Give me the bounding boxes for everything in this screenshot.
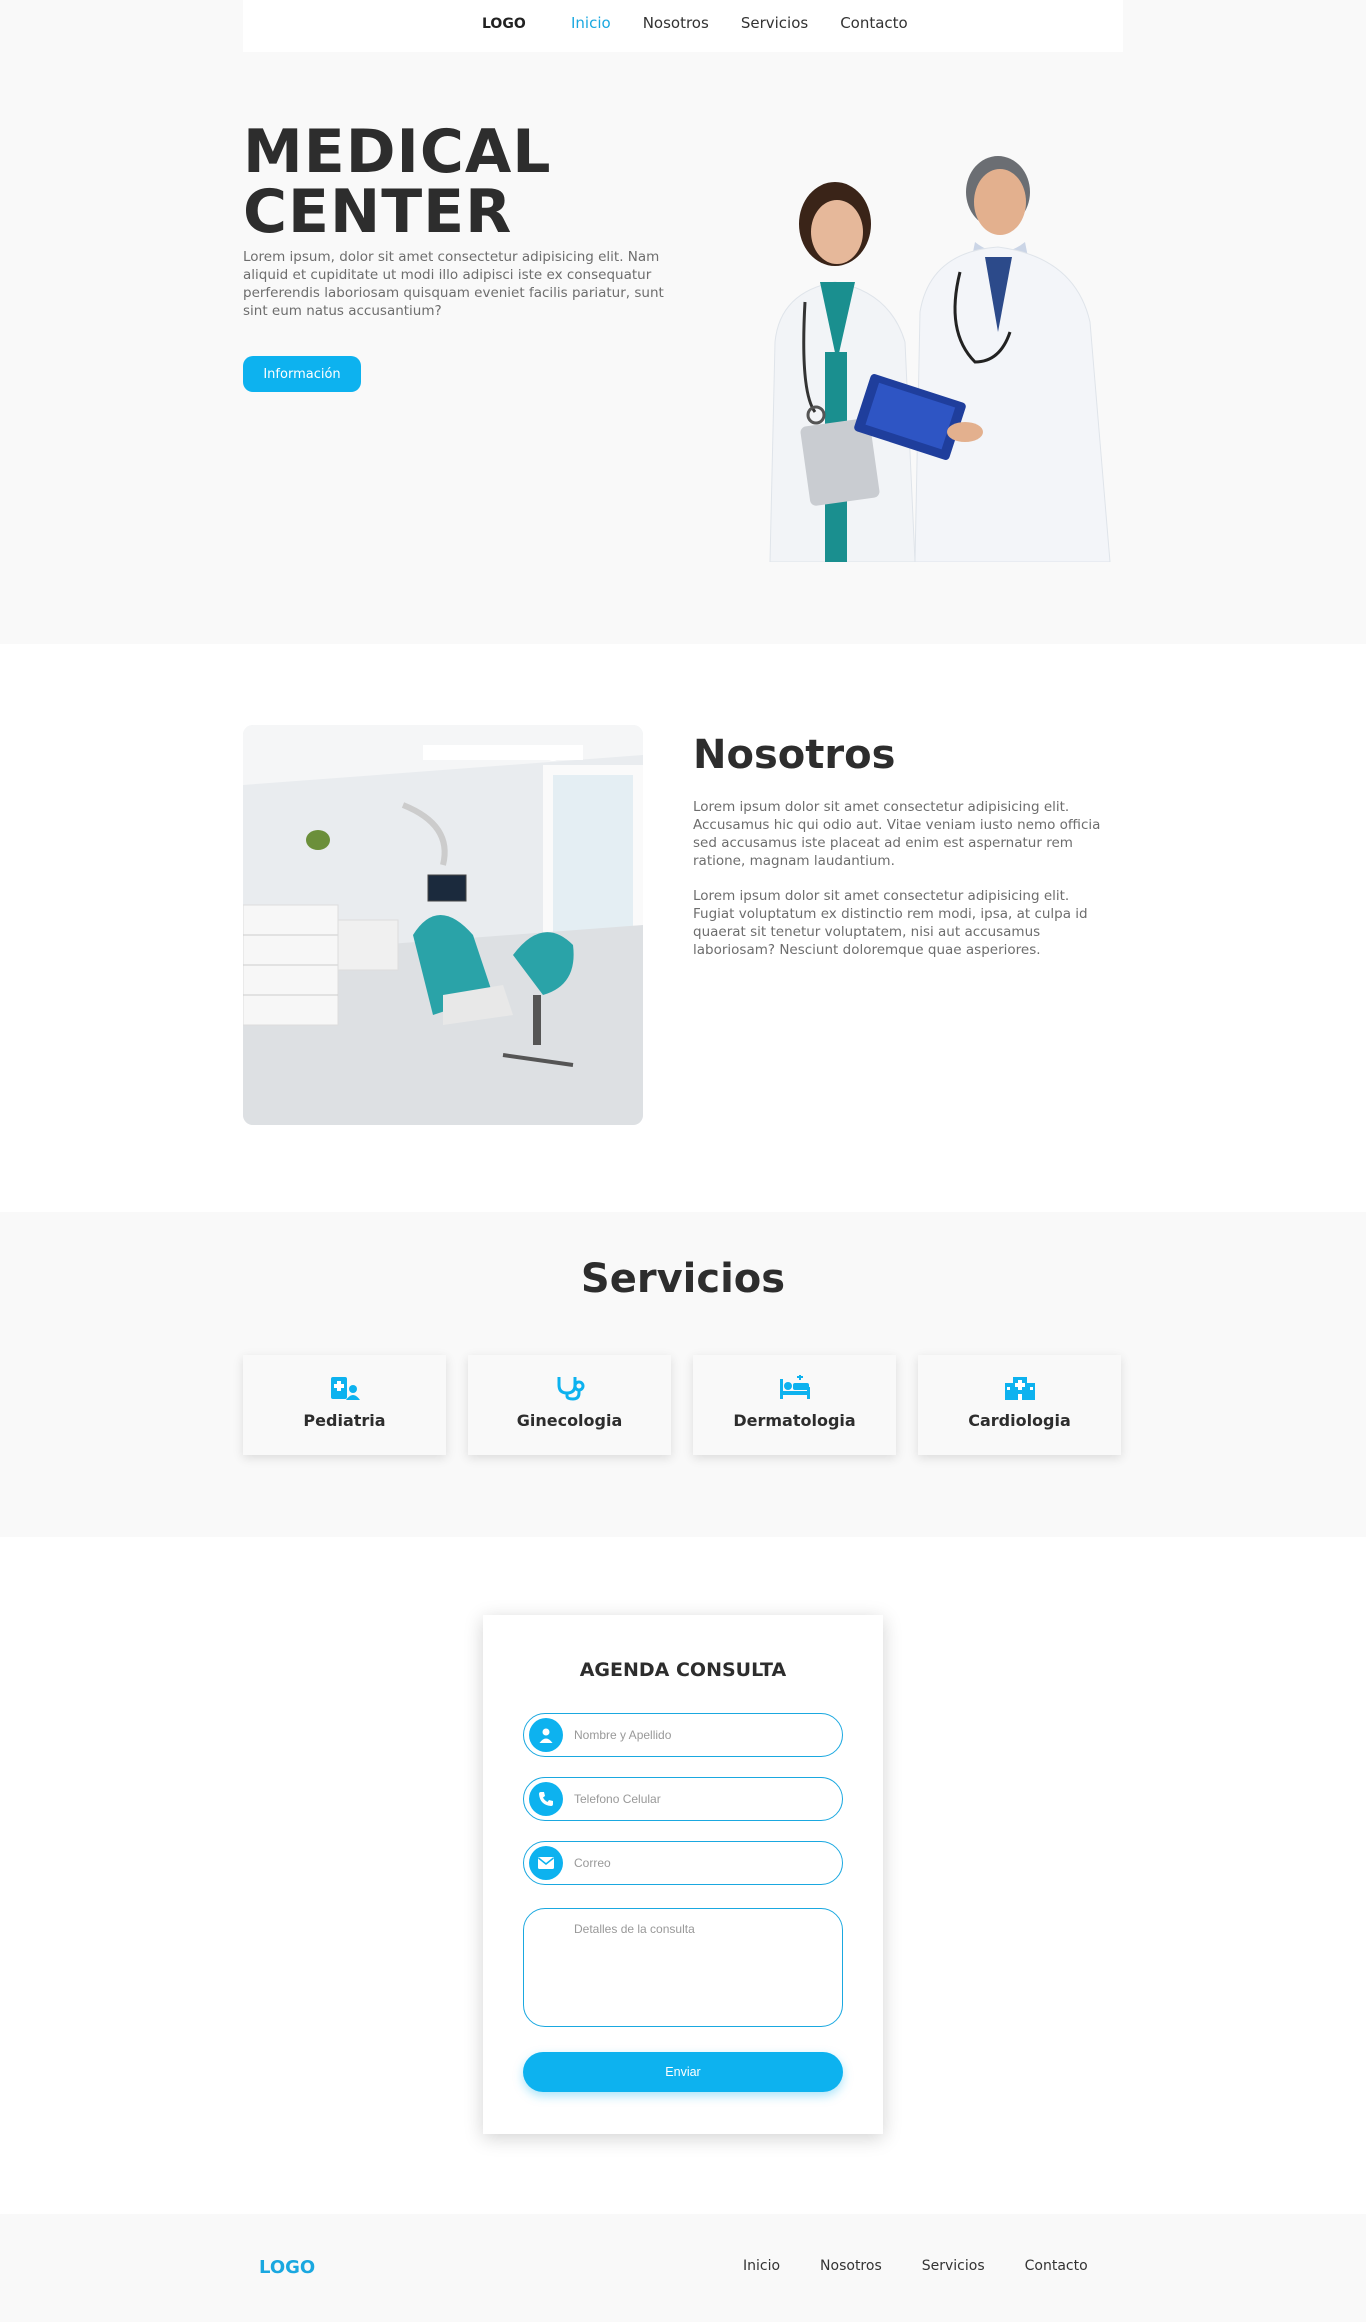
about-title: Nosotros — [693, 732, 896, 778]
info-button[interactable]: Información — [243, 356, 361, 392]
hero-title-line2: CENTER — [243, 177, 513, 247]
hospital-bed-icon — [779, 1374, 810, 1399]
service-label-dermatologia: Dermatologia — [733, 1411, 856, 1430]
service-card-cardiologia[interactable]: Cardiologia — [918, 1355, 1121, 1455]
service-label-cardiologia: Cardiologia — [968, 1411, 1071, 1430]
nav-link-servicios[interactable]: Servicios — [741, 14, 808, 32]
service-label-ginecologia: Ginecologia — [516, 1411, 623, 1430]
envelope-icon — [529, 1846, 563, 1880]
hospital-building-icon — [1004, 1377, 1035, 1400]
user-icon — [529, 1718, 563, 1752]
nav-link-contacto[interactable]: Contacto — [840, 14, 908, 32]
hero-text: Lorem ipsum, dolor sit amet consectetur … — [243, 249, 664, 319]
footer: LOGO Inicio Nosotros Servicios Contacto — [0, 2214, 1366, 2322]
about-paragraph-1: Lorem ipsum dolor sit amet consectetur a… — [693, 799, 1101, 869]
services-section: Servicios Pediatria Ginecologia Dermatol… — [0, 1212, 1366, 1537]
service-card-ginecologia[interactable]: Ginecologia — [468, 1355, 671, 1455]
email-input[interactable] — [574, 1853, 824, 1873]
footer-link-servicios[interactable]: Servicios — [922, 2258, 985, 2274]
phone-input[interactable] — [574, 1789, 824, 1809]
clinic-room-image — [243, 725, 643, 1125]
footer-link-contacto[interactable]: Contacto — [1025, 2258, 1088, 2274]
services-title: Servicios — [580, 1256, 786, 1302]
nav-logo[interactable]: LOGO — [482, 16, 526, 32]
name-field[interactable] — [523, 1713, 843, 1757]
service-card-dermatologia[interactable]: Dermatologia — [693, 1355, 896, 1455]
service-card-pediatria[interactable]: Pediatria — [243, 1355, 446, 1455]
hero-title-line1: MEDICAL — [243, 117, 552, 187]
details-field[interactable] — [523, 1908, 843, 2027]
hero-title: MEDICAL CENTER — [243, 122, 552, 242]
stethoscope-icon — [557, 1377, 584, 1401]
hero-section: MEDICAL CENTER Lorem ipsum, dolor sit am… — [0, 52, 1366, 644]
about-paragraph-2: Lorem ipsum dolor sit amet consectetur a… — [693, 888, 1088, 958]
nav-link-nosotros[interactable]: Nosotros — [643, 14, 709, 32]
service-label-pediatria: Pediatria — [303, 1411, 386, 1430]
nav-link-inicio[interactable]: Inicio — [571, 14, 611, 32]
phone-field[interactable] — [523, 1777, 843, 1821]
submit-button[interactable]: Enviar — [523, 2052, 843, 2092]
footer-link-nosotros[interactable]: Nosotros — [820, 2258, 882, 2274]
footer-links: Inicio Nosotros Servicios Contacto — [743, 2258, 1128, 2274]
appointment-form: AGENDA CONSULTA Enviar — [483, 1615, 883, 2134]
phone-icon — [529, 1782, 563, 1816]
form-title: AGENDA CONSULTA — [579, 1659, 787, 1681]
doctors-image — [769, 156, 1111, 562]
pediatrics-icon — [330, 1377, 360, 1400]
name-input[interactable] — [574, 1725, 824, 1745]
email-field[interactable] — [523, 1841, 843, 1885]
about-section: Nosotros Lorem ipsum dolor sit amet cons… — [0, 644, 1366, 1212]
footer-link-inicio[interactable]: Inicio — [743, 2258, 780, 2274]
details-textarea[interactable] — [574, 1922, 824, 2012]
nav-links: Inicio Nosotros Servicios Contacto — [571, 14, 940, 32]
footer-logo[interactable]: LOGO — [259, 2257, 315, 2278]
top-navbar: LOGO Inicio Nosotros Servicios Contacto — [243, 0, 1123, 52]
appointment-section: AGENDA CONSULTA Enviar — [0, 1537, 1366, 2214]
